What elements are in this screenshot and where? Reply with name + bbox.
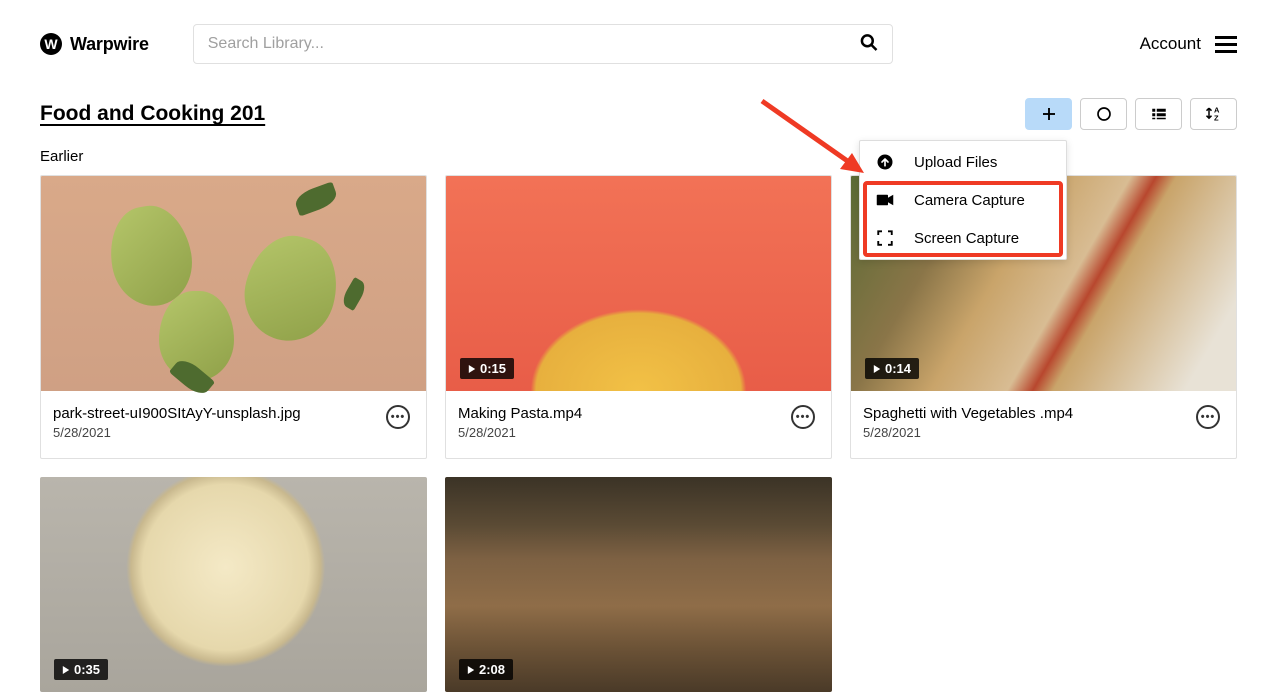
media-date: 5/28/2021 [53, 425, 376, 440]
media-card[interactable]: 0:35 [40, 477, 427, 692]
play-icon [467, 666, 475, 674]
duration-badge: 0:14 [865, 358, 919, 379]
dropdown-item-label: Screen Capture [914, 230, 1019, 247]
more-options-button[interactable]: ••• [1196, 405, 1220, 429]
brand-logo-text: Warpwire [70, 34, 149, 55]
media-title: Spaghetti with Vegetables .mp4 [863, 405, 1186, 422]
plus-icon [1040, 105, 1058, 123]
media-thumbnail[interactable] [41, 176, 426, 391]
media-title: park-street-uI900SItAyY-unsplash.jpg [53, 405, 376, 422]
dropdown-item-screen[interactable]: Screen Capture [860, 219, 1066, 257]
more-options-button[interactable]: ••• [791, 405, 815, 429]
media-thumbnail[interactable]: 2:08 [445, 477, 832, 692]
sort-az-icon: AZ [1204, 105, 1224, 123]
search-input[interactable] [193, 24, 893, 64]
media-card[interactable]: park-street-uI900SItAyY-unsplash.jpg 5/2… [40, 175, 427, 459]
search-button[interactable] [855, 29, 883, 60]
upload-icon [876, 153, 894, 171]
screen-capture-icon [876, 229, 894, 247]
duration-badge: 2:08 [459, 659, 513, 680]
media-date: 5/28/2021 [458, 425, 781, 440]
camera-icon [876, 191, 894, 209]
circle-icon [1095, 105, 1113, 123]
duration-badge: 0:35 [54, 659, 108, 680]
brand-logo-icon: W [40, 33, 62, 55]
record-button[interactable] [1080, 98, 1127, 130]
media-title: Making Pasta.mp4 [458, 405, 781, 422]
media-grid: park-street-uI900SItAyY-unsplash.jpg 5/2… [0, 175, 1277, 692]
section-label: Earlier [0, 134, 1277, 175]
dropdown-item-upload[interactable]: Upload Files [860, 143, 1066, 181]
media-thumbnail[interactable]: 0:15 [446, 176, 831, 391]
add-button[interactable] [1025, 98, 1072, 130]
list-icon [1150, 105, 1168, 123]
media-thumbnail[interactable]: 0:35 [40, 477, 427, 692]
search-container [193, 24, 893, 64]
play-icon [468, 365, 476, 373]
sort-button[interactable]: AZ [1190, 98, 1237, 130]
brand-logo[interactable]: W Warpwire [40, 33, 149, 55]
media-date: 5/28/2021 [863, 425, 1186, 440]
media-card[interactable]: 0:15 Making Pasta.mp4 5/28/2021 ••• [445, 175, 832, 459]
media-card[interactable]: 2:08 [445, 477, 832, 692]
svg-text:Z: Z [1214, 114, 1219, 123]
dropdown-item-camera[interactable]: Camera Capture [860, 181, 1066, 219]
list-view-button[interactable] [1135, 98, 1182, 130]
more-options-button[interactable]: ••• [386, 405, 410, 429]
account-link[interactable]: Account [1140, 34, 1201, 54]
menu-icon[interactable] [1215, 36, 1237, 53]
duration-badge: 0:15 [460, 358, 514, 379]
dropdown-item-label: Camera Capture [914, 192, 1025, 209]
search-icon [859, 33, 879, 53]
play-icon [873, 365, 881, 373]
add-dropdown-menu: Upload Files Camera Capture Screen Captu… [859, 140, 1067, 260]
dropdown-item-label: Upload Files [914, 154, 997, 171]
play-icon [62, 666, 70, 674]
page-title[interactable]: Food and Cooking 201 [40, 102, 265, 126]
